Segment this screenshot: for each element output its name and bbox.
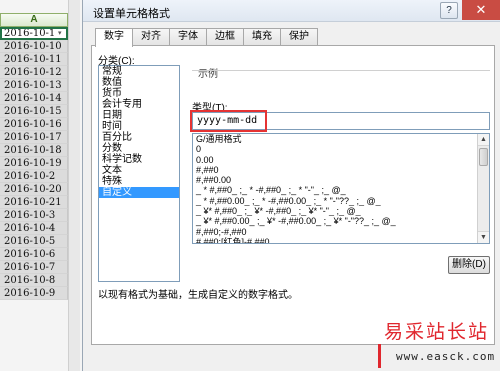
date-cell[interactable]: 2016-10-13	[0, 79, 68, 92]
date-cell[interactable]: 2016-10-15	[0, 105, 68, 118]
watermark-bar	[378, 344, 381, 368]
tab-2[interactable]: 字体	[169, 28, 207, 46]
category-item[interactable]: 百分比	[99, 132, 179, 143]
dialog-titlebar[interactable]: 设置单元格格式 ? ✕	[83, 0, 500, 22]
date-cell[interactable]: 2016-10-4	[0, 222, 68, 235]
spreadsheet-column: A 2016-10-1 2016-10-10 2016-10-11 2016-10-1…	[0, 0, 90, 371]
watermark-text: 易采站长站	[384, 321, 490, 343]
format-code-item[interactable]: 0	[193, 144, 489, 154]
category-item[interactable]: 货币	[99, 88, 179, 99]
category-item[interactable]: 常规	[99, 66, 179, 77]
tab-3[interactable]: 边框	[206, 28, 244, 46]
category-item[interactable]: 科学记数	[99, 154, 179, 165]
hint-text: 以现有格式为基础，生成自定义的数字格式。	[98, 290, 298, 301]
format-code-item[interactable]: _ ¥* #,##0.00_ ;_ ¥* -#,##0.00_ ;_ ¥* "-…	[193, 216, 489, 226]
date-cell[interactable]: 2016-10-20	[0, 183, 68, 196]
category-item[interactable]: 自定义	[99, 187, 179, 198]
date-cell[interactable]: 2016-10-2	[0, 170, 68, 183]
format-code-item[interactable]: #,##0;[红色]-#,##0	[193, 237, 489, 243]
date-cell[interactable]: 2016-10-19	[0, 157, 68, 170]
format-code-items: G/通用格式 0 0.00 #,##0 #,##0.00 _ * #,##0_ ;_ * …	[193, 134, 489, 243]
date-cell[interactable]: 2016-10-3	[0, 209, 68, 222]
help-button[interactable]: ?	[440, 2, 458, 19]
scroll-up-icon[interactable]: ▲	[478, 134, 489, 146]
column-b-strip	[68, 0, 80, 371]
type-input[interactable]: yyyy-mm-dd	[192, 112, 490, 130]
format-code-item[interactable]: G/通用格式	[193, 134, 489, 144]
category-item[interactable]: 分数	[99, 143, 179, 154]
category-item[interactable]: 特殊	[99, 176, 179, 187]
date-cell[interactable]: 2016-10-17	[0, 131, 68, 144]
date-cell[interactable]: 2016-10-8	[0, 274, 68, 287]
date-cell[interactable]: 2016-10-11	[0, 53, 68, 66]
date-cell[interactable]: 2016-10-12	[0, 66, 68, 79]
date-cell[interactable]: 2016-10-10	[0, 40, 68, 53]
category-item[interactable]: 时间	[99, 121, 179, 132]
category-item[interactable]: 数值	[99, 77, 179, 88]
date-cell-list: 2016-10-1 2016-10-10 2016-10-11 2016-10-12 2…	[0, 27, 68, 300]
category-list[interactable]: 常规 数值 货币 会计专用 日期 时间 百分比 分数 科学记数 文本 特殊 自定义	[98, 65, 180, 282]
date-cell[interactable]: 2016-10-16	[0, 118, 68, 131]
date-cell[interactable]: 2016-10-7	[0, 261, 68, 274]
format-cells-dialog: 设置单元格格式 ? ✕ 数字 对齐 字体 边框 填充 保护 分类(C): 常规 数值 货币 会计…	[82, 0, 500, 371]
category-item[interactable]: 会计专用	[99, 99, 179, 110]
date-cell[interactable]: 2016-10-14	[0, 92, 68, 105]
watermark-url: www.easck.com	[396, 350, 496, 363]
date-cell[interactable]: 2016-10-21	[0, 196, 68, 209]
number-tab-panel: 分类(C): 常规 数值 货币 会计专用 日期 时间 百分比 分数 科学记数 文本 特殊 自定义 示例…	[91, 45, 495, 345]
format-list-scrollbar[interactable]: ▲ ▼	[477, 134, 489, 243]
category-item[interactable]: 文本	[99, 165, 179, 176]
date-cell[interactable]: 2016-10-9	[0, 287, 68, 300]
tab-1[interactable]: 对齐	[132, 28, 170, 46]
category-item[interactable]: 日期	[99, 110, 179, 121]
date-cell[interactable]: 2016-10-5	[0, 235, 68, 248]
date-cell[interactable]: 2016-10-6	[0, 248, 68, 261]
dialog-title: 设置单元格格式	[93, 8, 170, 20]
tab-4[interactable]: 填充	[243, 28, 281, 46]
format-code-item[interactable]: 0.00	[193, 155, 489, 165]
format-code-item[interactable]: #,##0	[193, 165, 489, 175]
sample-box	[192, 70, 490, 100]
column-header-a[interactable]: A	[0, 13, 68, 27]
delete-button[interactable]: 删除(D)	[448, 256, 490, 274]
format-code-list[interactable]: G/通用格式 0 0.00 #,##0 #,##0.00 _ * #,##0_ ;_ * …	[192, 133, 490, 244]
tab-0[interactable]: 数字	[95, 28, 133, 47]
scroll-thumb[interactable]	[479, 148, 488, 166]
format-code-item[interactable]: _ * #,##0_ ;_ * -#,##0_ ;_ * "-"_ ;_ @_	[193, 185, 489, 195]
format-code-item[interactable]: #,##0.00	[193, 175, 489, 185]
format-code-item[interactable]: #,##0;-#,##0	[193, 227, 489, 237]
filter-dropdown-icon[interactable]: ▾	[58, 29, 62, 37]
tab-strip: 数字 对齐 字体 边框 填充 保护	[95, 28, 318, 47]
format-code-item[interactable]: _ * #,##0.00_ ;_ * -#,##0.00_ ;_ * "-"??…	[193, 196, 489, 206]
close-button[interactable]: ✕	[462, 0, 500, 20]
tab-5[interactable]: 保护	[280, 28, 318, 46]
date-cell[interactable]: 2016-10-18	[0, 144, 68, 157]
scroll-down-icon[interactable]: ▼	[478, 231, 489, 243]
format-code-item[interactable]: _ ¥* #,##0_ ;_ ¥* -#,##0_ ;_ ¥* "-"_ ;_ …	[193, 206, 489, 216]
